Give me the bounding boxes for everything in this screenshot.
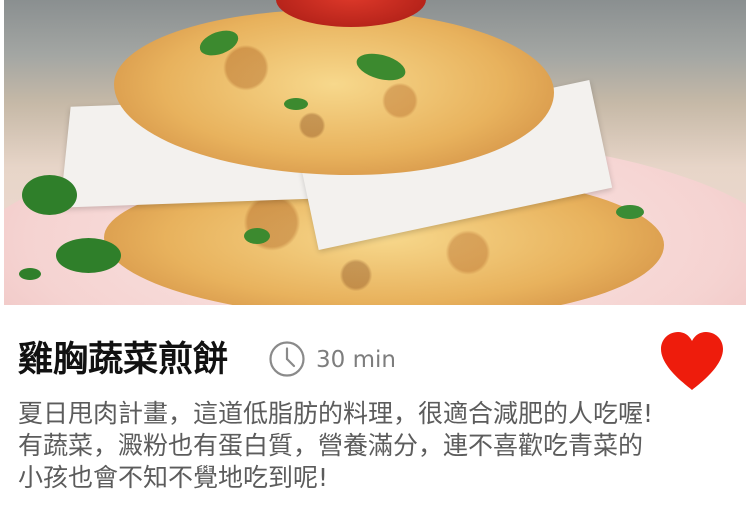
description-line: 小孩也會不知不覺地吃到呢! [18, 463, 329, 492]
recipe-title[interactable]: 雞胸蔬菜煎餅 [18, 337, 228, 383]
description-line: 有蔬菜，澱粉也有蛋白質，營養滿分，連不喜歡吃青菜的 [18, 431, 644, 460]
parsley-garnish [616, 205, 644, 219]
parsley-garnish [284, 98, 308, 110]
parsley-garnish [244, 228, 270, 244]
cooking-time: 30 min [316, 347, 396, 373]
parsley-garnish [19, 268, 41, 280]
description-line: 夏日甩肉計畫，這道低脂肪的料理，很適合減肥的人吃喔! [18, 399, 654, 428]
recipe-description: 夏日甩肉計畫，這道低脂肪的料理，很適合減肥的人吃喔! 有蔬菜，澱粉也有蛋白質，營… [18, 398, 730, 494]
parsley-garnish [56, 238, 121, 273]
clock-icon [269, 341, 305, 377]
heart-icon [661, 332, 723, 390]
parsley-garnish [22, 175, 77, 215]
favorite-button[interactable] [658, 330, 726, 392]
recipe-card[interactable]: 雞胸蔬菜煎餅 30 min 夏日甩肉計畫，這道低脂肪的料理，很適合減肥的人吃喔!… [0, 0, 750, 514]
recipe-photo[interactable] [4, 0, 746, 305]
